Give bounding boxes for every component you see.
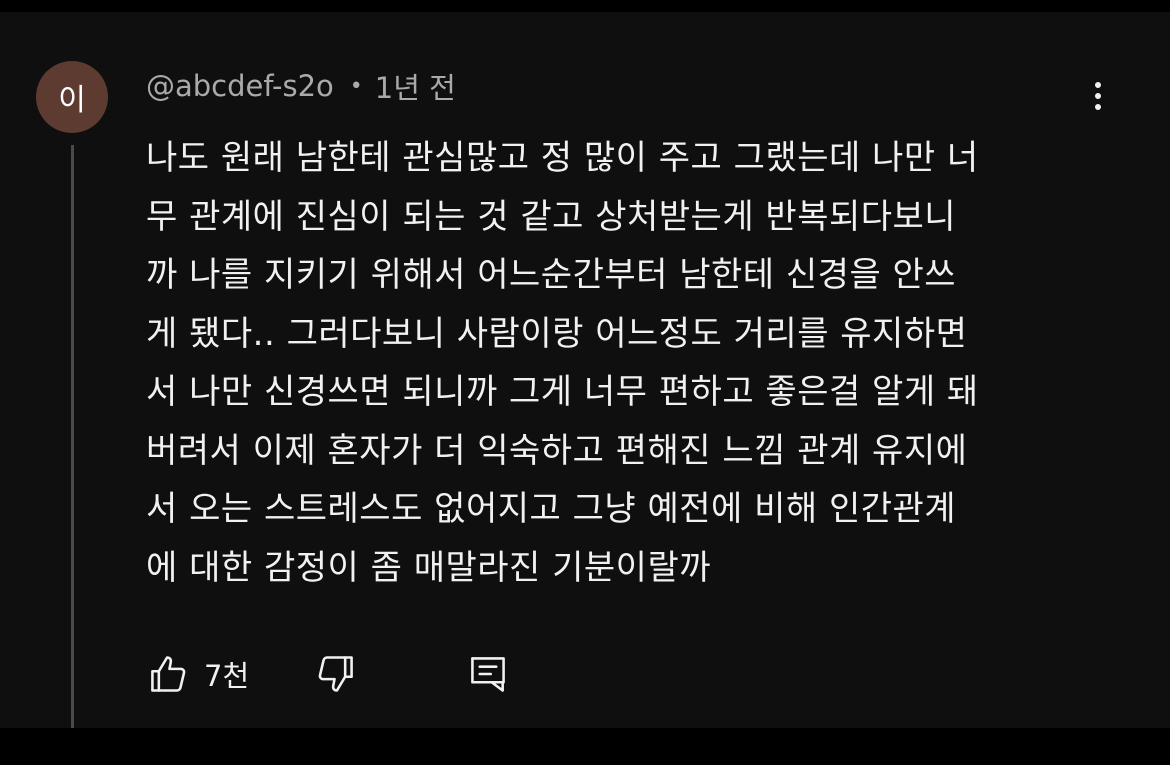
like-button[interactable]: 7천	[146, 652, 249, 696]
dislike-button[interactable]	[314, 652, 358, 696]
more-vertical-icon	[1095, 82, 1101, 88]
avatar-initial: 이	[58, 83, 86, 118]
reply-comment-icon	[471, 657, 505, 692]
more-options-button[interactable]	[1078, 76, 1118, 116]
author-handle[interactable]: @abcdef-s2o	[146, 69, 334, 103]
thumbs-up-icon	[151, 656, 186, 692]
comment-text: 나도 원래 남한테 관심많고 정 많이 주고 그랬는데 나만 너 무 관계에 진…	[146, 138, 979, 588]
like-count: 7천	[204, 659, 250, 693]
thumbs-down-icon	[318, 656, 353, 692]
avatar[interactable]: 이	[36, 61, 108, 133]
comment-header: @abcdef-s2o • 1년 전	[146, 66, 456, 106]
thread-line	[71, 145, 74, 728]
more-vertical-icon-dot	[1095, 104, 1101, 110]
separator-dot: •	[349, 73, 363, 99]
more-vertical-icon-dot	[1095, 93, 1101, 99]
comment-panel: 이 @abcdef-s2o • 1년 전 나도 원래 남한테 관심많고 정 많이…	[0, 12, 1170, 728]
timestamp[interactable]: 1년 전	[375, 65, 456, 107]
reply-button[interactable]	[466, 652, 510, 696]
